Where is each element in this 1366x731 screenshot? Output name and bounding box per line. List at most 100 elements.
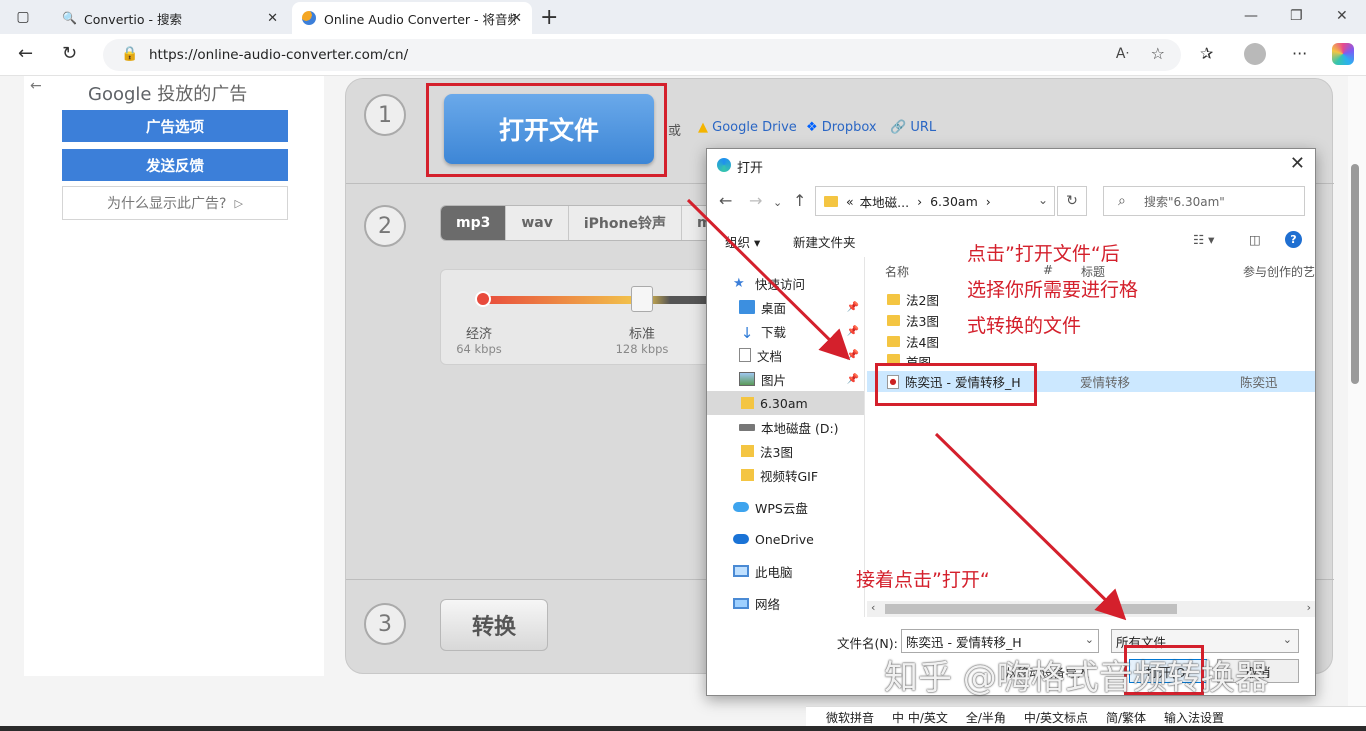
url-link[interactable]: 🔗 URL — [890, 120, 936, 135]
edge-icon — [717, 158, 731, 172]
scrollbar-thumb[interactable] — [885, 604, 1177, 614]
quality-label-economy: 经济 — [465, 327, 492, 342]
dropbox-link[interactable]: ❖ Dropbox — [806, 120, 877, 135]
ad-back-icon[interactable]: ← — [30, 78, 42, 94]
nav-item-documents[interactable]: 文档 📌 — [707, 343, 864, 367]
cloud-icon — [733, 502, 749, 512]
pin-icon[interactable]: 📌 — [847, 350, 859, 361]
nav-item-downloads[interactable]: ↓ 下载 📌 — [707, 319, 864, 343]
back-icon[interactable]: ← — [18, 43, 33, 64]
column-header-name[interactable]: 名称 — [885, 263, 909, 280]
more-icon[interactable]: ··· — [1292, 44, 1307, 63]
copilot-icon[interactable] — [1332, 43, 1354, 65]
forward-icon[interactable]: → — [749, 191, 762, 210]
ime-item-settings[interactable]: 输入法设置 — [1164, 709, 1224, 726]
folder-icon — [741, 445, 754, 457]
minimize-icon[interactable]: — — [1244, 8, 1258, 24]
page-scrollbar[interactable] — [1348, 76, 1366, 726]
quality-slider-handle[interactable] — [631, 286, 653, 312]
convert-button[interactable]: 转换 — [440, 599, 548, 651]
ad-options-button[interactable]: 广告选项 — [62, 110, 288, 142]
nav-item-wps-cloud[interactable]: WPS云盘 — [707, 495, 864, 519]
quality-slider-start — [475, 291, 491, 307]
nav-label: OneDrive — [755, 531, 814, 547]
nav-label: 法3图 — [760, 444, 793, 460]
path-breadcrumb[interactable]: « 本地磁... › 6.30am › ⌄ — [815, 186, 1055, 216]
nav-item-fa3tu[interactable]: 法3图 — [707, 439, 864, 463]
pin-icon[interactable]: 📌 — [847, 326, 859, 337]
search-icon: ⌕ — [1118, 193, 1126, 209]
ime-item-simplified-traditional[interactable]: 简/繁体 — [1106, 709, 1146, 726]
refresh-button[interactable]: ↻ — [1057, 186, 1087, 216]
tab-online-audio-converter[interactable]: Online Audio Converter - 将音频文 ✕ — [292, 2, 532, 34]
search-input[interactable]: ⌕ 搜索"6.30am" — [1103, 186, 1305, 216]
up-arrow-icon[interactable]: ↑ — [793, 191, 806, 210]
annotation-note-2: 接着点击”打开“ — [856, 569, 990, 591]
avatar[interactable] — [1244, 43, 1266, 65]
scrollbar-thumb[interactable] — [1351, 164, 1359, 384]
scroll-left-icon[interactable]: ‹ — [871, 601, 875, 614]
tab-label: Convertio - 搜索 — [84, 11, 183, 27]
chevron-down-icon[interactable]: ⌄ — [1085, 633, 1094, 646]
view-options-icon[interactable]: ☷ ▾ — [1193, 232, 1214, 247]
format-tab-wav[interactable]: wav — [506, 206, 569, 240]
nav-item-local-disk-d[interactable]: 本地磁盘 (D:) — [707, 415, 864, 439]
refresh-icon[interactable]: ↻ — [62, 43, 77, 64]
format-tab-iphone-ringtone[interactable]: iPhone铃声 — [569, 206, 682, 240]
tab-convertio[interactable]: 🔍 Convertio - 搜索 ✕ — [52, 2, 288, 34]
path-segment[interactable]: 本地磁... — [860, 192, 909, 211]
url-field[interactable]: 🔒 https://online-audio-converter.com/cn/… — [103, 39, 1181, 71]
close-icon[interactable]: ✕ — [1290, 153, 1305, 174]
horizontal-scrollbar[interactable]: ‹ › — [867, 601, 1315, 617]
chevron-down-icon[interactable]: ⌄ — [773, 196, 782, 209]
nav-item-video-to-gif[interactable]: 视频转GIF — [707, 463, 864, 487]
ime-item-chinese-english[interactable]: 中 中/英文 — [892, 709, 948, 726]
close-tab-icon[interactable]: ✕ — [511, 11, 522, 26]
picture-icon — [739, 372, 755, 386]
format-tab-mp3[interactable]: mp3 — [441, 206, 507, 240]
ad-header: Google 投放的广告 — [88, 80, 247, 106]
read-aloud-icon[interactable]: Aᐧ — [1116, 46, 1129, 62]
ime-item-punctuation[interactable]: 中/英文标点 — [1024, 709, 1088, 726]
chevron-down-icon[interactable]: ⌄ — [1038, 193, 1048, 207]
nav-item-desktop[interactable]: 桌面 📌 — [707, 295, 864, 319]
nav-item-pictures[interactable]: 图片 📌 — [707, 367, 864, 391]
favorites-icon[interactable]: ✰ — [1200, 44, 1213, 63]
nav-item-network[interactable]: 网络 — [707, 591, 864, 615]
close-window-icon[interactable]: ✕ — [1336, 8, 1348, 24]
annotation-box-selected-file — [875, 363, 1037, 406]
help-icon[interactable]: ? — [1285, 231, 1302, 248]
annotation-box-open-file — [426, 83, 667, 177]
nav-item-this-pc[interactable]: 此电脑 — [707, 559, 864, 583]
nav-item-6-30am[interactable]: 6.30am — [707, 391, 864, 415]
watermark: 知乎 @嗨格式音频转换器 — [884, 658, 1269, 698]
nav-label: 此电脑 — [755, 564, 793, 580]
ime-item-full-half-width[interactable]: 全/半角 — [966, 709, 1006, 726]
new-folder-button[interactable]: 新建文件夹 — [793, 232, 856, 251]
back-icon[interactable]: ← — [719, 191, 732, 210]
dialog-title: 打开 — [737, 161, 764, 176]
why-this-ad-button[interactable]: 为什么显示此广告? ▷ — [62, 186, 288, 220]
pin-icon[interactable]: 📌 — [847, 374, 859, 385]
scroll-right-icon[interactable]: › — [1307, 601, 1311, 614]
organize-menu[interactable]: 组织 ▾ — [725, 232, 760, 251]
tab-actions-icon[interactable]: ▢ — [10, 6, 36, 28]
favorite-star-icon[interactable]: ☆ — [1151, 44, 1165, 63]
close-tab-icon[interactable]: ✕ — [267, 11, 278, 26]
preview-pane-icon[interactable]: ◫ — [1249, 232, 1261, 247]
google-drive-link[interactable]: ▲ Google Drive — [698, 120, 797, 135]
ad-column: ← Google 投放的广告 广告选项 发送反馈 为什么显示此广告? ▷ — [24, 76, 324, 676]
ime-item-microsoft-pinyin[interactable]: 微软拼音 — [826, 709, 874, 726]
path-segment[interactable]: 6.30am — [930, 194, 978, 209]
folder-icon — [887, 336, 900, 347]
restore-icon[interactable]: ❐ — [1290, 8, 1303, 24]
column-header-artist[interactable]: 参与创作的艺 — [1243, 263, 1315, 280]
nav-item-onedrive[interactable]: OneDrive — [707, 527, 864, 551]
browser-tab-bar: ▢ 🔍 Convertio - 搜索 ✕ Online Audio Conver… — [0, 0, 1366, 34]
pin-icon[interactable]: 📌 — [847, 302, 859, 313]
cloud-icon — [733, 534, 749, 544]
annotation-line: 式转换的文件 — [967, 315, 1082, 337]
new-tab-icon[interactable]: + — [540, 5, 558, 30]
send-feedback-button[interactable]: 发送反馈 — [62, 149, 288, 181]
nav-item-quick-access[interactable]: ★ 快速访问 — [707, 271, 864, 295]
